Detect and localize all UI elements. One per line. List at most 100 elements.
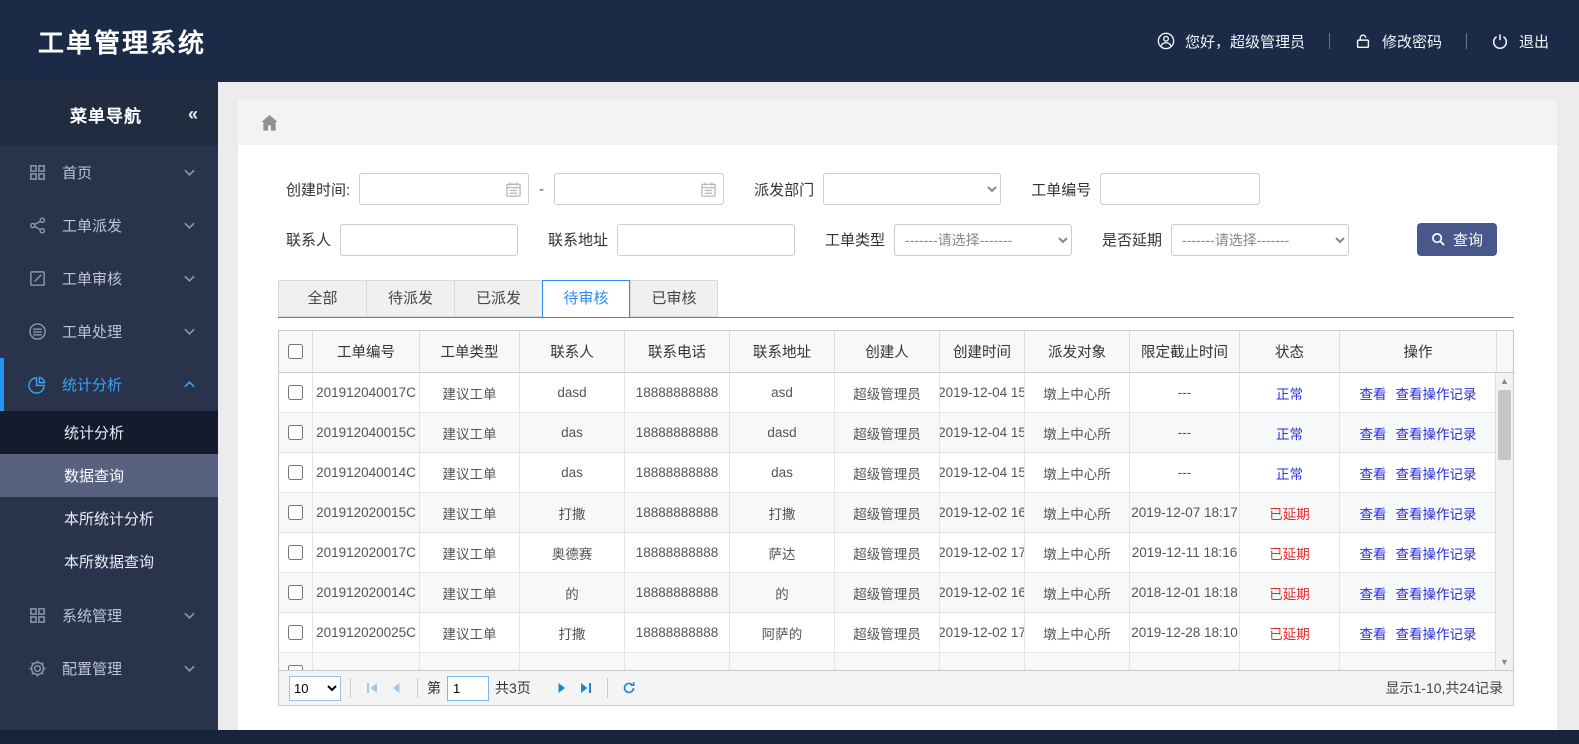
row-checkbox[interactable] bbox=[288, 425, 303, 440]
header-filler bbox=[1497, 331, 1515, 373]
cell-phone: 18888888888 bbox=[625, 533, 730, 573]
sidebar-item-statistics[interactable]: 统计分析 bbox=[0, 358, 218, 411]
status-badge: 已延期 bbox=[1240, 533, 1340, 573]
sidebar-menu: 首页 工单派发 工单审核 工单处理 统计分析 统计分析 数据查询 本所统计分析 … bbox=[0, 146, 218, 730]
cell-contact: 打撒 bbox=[520, 493, 625, 533]
chevron-down-icon bbox=[184, 665, 195, 673]
row-checkbox[interactable] bbox=[288, 465, 303, 480]
scroll-down-arrow[interactable]: ▼ bbox=[1496, 654, 1513, 670]
contact-input[interactable] bbox=[341, 224, 518, 255]
status-badge: 已延期 bbox=[1240, 573, 1340, 613]
sidebar-item-system[interactable]: 系统管理 bbox=[0, 589, 218, 642]
next-page-button[interactable] bbox=[550, 676, 574, 700]
column-header: 操作 bbox=[1340, 331, 1497, 373]
cell-actions: 查看 查看操作记录 bbox=[1340, 413, 1497, 453]
pagination-bar: 10 第 共3页 bbox=[278, 671, 1514, 706]
scrollbar-thumb[interactable] bbox=[1498, 390, 1511, 460]
cell-dispatch-target: 墩上中心所 bbox=[1025, 373, 1130, 413]
cell-order-type: 建议工单 bbox=[420, 373, 520, 413]
sidebar-subitem-branch-statistics[interactable]: 本所统计分析 bbox=[0, 497, 218, 540]
row-checkbox[interactable] bbox=[288, 545, 303, 560]
logout-button[interactable]: 退出 bbox=[1491, 31, 1549, 52]
sidebar-item-dispatch[interactable]: 工单派发 bbox=[0, 199, 218, 252]
chevron-down-icon bbox=[184, 169, 195, 177]
page-size-select[interactable]: 10 bbox=[289, 675, 341, 701]
change-password-button[interactable]: 修改密码 bbox=[1354, 31, 1442, 52]
view-link[interactable]: 查看 bbox=[1360, 583, 1387, 603]
view-log-link[interactable]: 查看操作记录 bbox=[1396, 543, 1477, 563]
search-icon bbox=[1432, 233, 1445, 246]
greeting-text: 您好，超级管理员 bbox=[1184, 33, 1305, 51]
sidebar-subitem-branch-data-query[interactable]: 本所数据查询 bbox=[0, 540, 218, 583]
view-log-link[interactable]: 查看操作记录 bbox=[1396, 463, 1477, 483]
user-greeting[interactable]: 您好，超级管理员 bbox=[1157, 31, 1305, 52]
status-badge: 正常 bbox=[1240, 373, 1340, 413]
view-link[interactable]: 查看 bbox=[1360, 623, 1387, 643]
sidebar-item-process[interactable]: 工单处理 bbox=[0, 305, 218, 358]
sidebar-item-home[interactable]: 首页 bbox=[0, 146, 218, 199]
create-time-start-field[interactable] bbox=[359, 173, 530, 205]
tab-pending-dispatch[interactable]: 待派发 bbox=[366, 280, 454, 317]
view-link[interactable]: 查看 bbox=[1360, 503, 1387, 523]
cell-creator: 超级管理员 bbox=[835, 373, 940, 413]
select-all-checkbox[interactable] bbox=[288, 344, 303, 359]
row-checkbox[interactable] bbox=[288, 625, 303, 640]
view-log-link[interactable]: 查看操作记录 bbox=[1396, 383, 1477, 403]
sidebar-item-config[interactable]: 配置管理 bbox=[0, 642, 218, 695]
page-number-input[interactable] bbox=[447, 675, 489, 701]
divider bbox=[606, 678, 608, 698]
page-total: 共3页 bbox=[495, 680, 531, 696]
tab-reviewed[interactable]: 已审核 bbox=[630, 280, 718, 317]
view-link[interactable]: 查看 bbox=[1360, 463, 1387, 483]
sidebar-collapse-button[interactable]: « bbox=[188, 104, 198, 125]
cell-deadline: --- bbox=[1130, 453, 1240, 493]
cell-address: 萨达 bbox=[730, 533, 835, 573]
delay-select[interactable]: -------请选择------- bbox=[1171, 223, 1350, 256]
cell-phone: 18888888888 bbox=[625, 493, 730, 533]
view-link[interactable]: 查看 bbox=[1360, 543, 1387, 563]
cell-actions: 查看 查看操作记录 bbox=[1340, 493, 1497, 533]
create-time-start-input[interactable] bbox=[360, 174, 529, 204]
change-password-label: 修改密码 bbox=[1381, 33, 1442, 51]
app-title: 工单管理系统 bbox=[38, 27, 207, 58]
home-icon[interactable] bbox=[260, 114, 279, 132]
row-checkbox-cell bbox=[279, 373, 313, 413]
address-input[interactable] bbox=[618, 224, 795, 255]
order-no-input[interactable] bbox=[1101, 174, 1260, 204]
prev-page-button[interactable] bbox=[384, 676, 408, 700]
last-page-button[interactable] bbox=[574, 676, 598, 700]
sidebar-subitem-statistics[interactable]: 统计分析 bbox=[0, 411, 218, 454]
row-checkbox[interactable] bbox=[288, 585, 303, 600]
row-checkbox[interactable] bbox=[288, 505, 303, 520]
refresh-button[interactable] bbox=[617, 676, 641, 700]
order-type-select[interactable]: -------请选择------- bbox=[894, 223, 1073, 256]
view-log-link[interactable]: 查看操作记录 bbox=[1396, 423, 1477, 443]
first-page-button[interactable] bbox=[360, 676, 384, 700]
cell-address: 阿萨的 bbox=[730, 613, 835, 653]
work-order-table: 工单编号 工单类型 联系人 联系电话 联系地址 创建人 创建时间 派发对象 限定… bbox=[278, 330, 1515, 671]
cell-actions: 查看 查看操作记录 bbox=[1340, 533, 1497, 573]
row-checkbox[interactable] bbox=[288, 385, 303, 400]
create-time-end-input[interactable] bbox=[555, 174, 724, 204]
view-log-link[interactable]: 查看操作记录 bbox=[1396, 583, 1477, 603]
table-body: 201912040017C 建议工单 dasd 18888888888 asd … bbox=[279, 373, 1513, 670]
tab-pending-review[interactable]: 待审核 bbox=[542, 280, 630, 318]
cell-creator: 超级管理员 bbox=[835, 453, 940, 493]
view-log-link[interactable]: 查看操作记录 bbox=[1396, 623, 1477, 643]
view-log-link[interactable]: 查看操作记录 bbox=[1396, 503, 1477, 523]
scroll-up-arrow[interactable]: ▲ bbox=[1496, 373, 1513, 389]
sidebar-item-review[interactable]: 工单审核 bbox=[0, 252, 218, 305]
dispatch-dept-select[interactable] bbox=[823, 173, 1002, 205]
view-link[interactable]: 查看 bbox=[1360, 423, 1387, 443]
tab-all[interactable]: 全部 bbox=[278, 280, 366, 317]
cell-order-no: 201912020014C bbox=[313, 573, 420, 613]
vertical-scrollbar[interactable]: ▲ ▼ bbox=[1495, 373, 1513, 670]
cell-contact: 打撒 bbox=[520, 613, 625, 653]
search-button[interactable]: 查询 bbox=[1416, 223, 1497, 256]
view-link[interactable]: 查看 bbox=[1360, 383, 1387, 403]
share-icon bbox=[29, 217, 46, 234]
sidebar-subitem-data-query[interactable]: 数据查询 bbox=[0, 454, 218, 497]
row-checkbox[interactable] bbox=[288, 665, 303, 670]
tab-dispatched[interactable]: 已派发 bbox=[454, 280, 542, 317]
create-time-end-field[interactable] bbox=[554, 173, 725, 205]
